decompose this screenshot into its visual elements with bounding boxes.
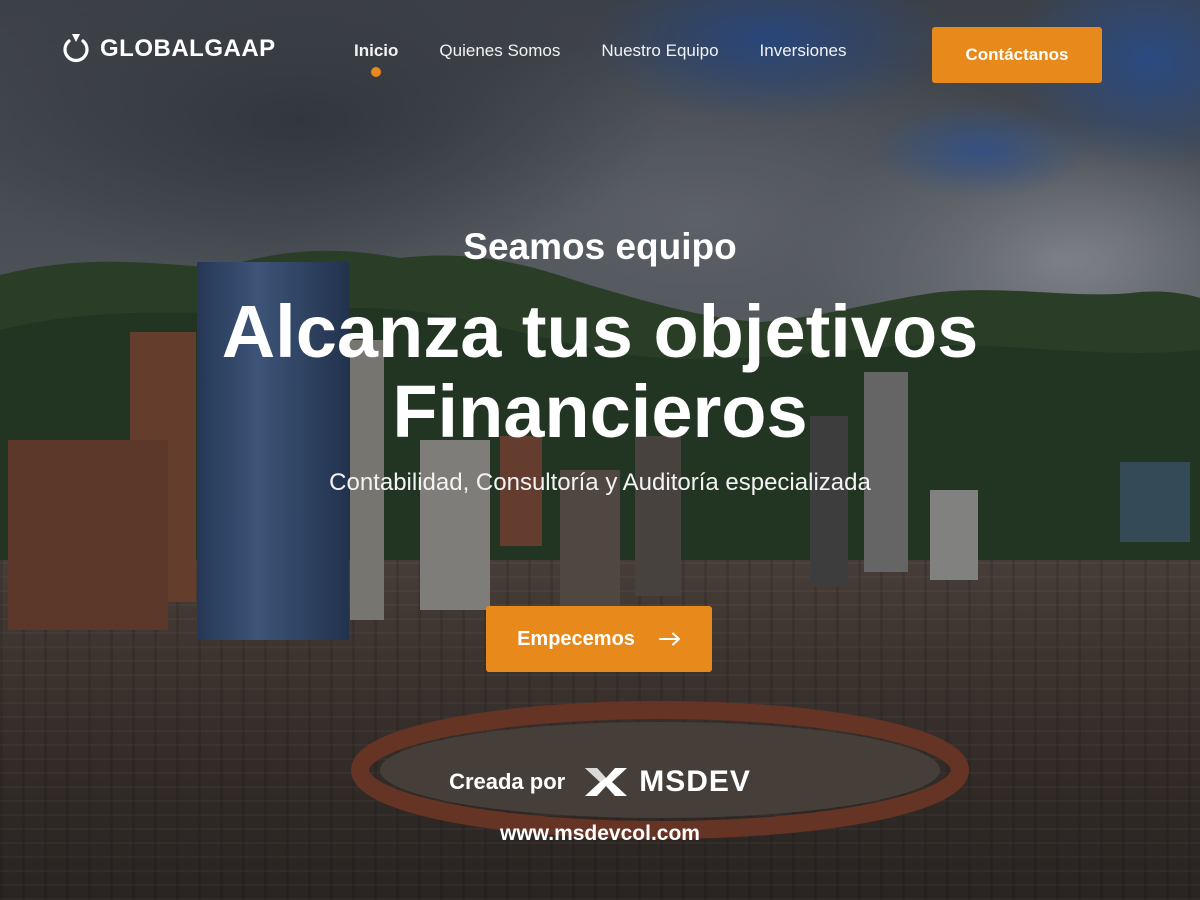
hero-eyebrow: Seamos equipo [463,226,737,267]
arrow-right-icon [658,632,680,646]
nav-item-label: Inicio [354,41,399,60]
creator-credit: Creada por MSDEV [0,764,1200,800]
hero-headline: Alcanza tus objetivos Financieros [0,292,1200,452]
nav-item-nuestro-equipo[interactable]: Nuestro Equipo [601,41,718,61]
brand-logo[interactable]: GLOBALGAAP [60,32,276,66]
start-button-label: Empecemos [517,627,635,650]
msdev-name: MSDEV [639,765,751,798]
headline-line-2: Financieros [392,370,808,453]
credit-label: Creada por [449,769,566,794]
start-button[interactable]: Empecemos [486,606,712,672]
nav-item-inversiones[interactable]: Inversiones [760,41,847,61]
power-ring-icon [63,34,89,63]
main-navigation: Inicio Quienes Somos Nuestro Equipo Inve… [354,41,847,77]
nav-item-label: Inversiones [759,41,847,60]
hero-subtitle: Contabilidad, Consultoría y Auditoría es… [329,469,871,496]
nav-item-quienes-somos[interactable]: Quienes Somos [439,41,560,61]
headline-line-1: Alcanza tus objetivos [221,290,979,373]
credit-url-link[interactable]: www.msdevcol.com [0,822,1200,846]
msdev-logo[interactable]: MSDEV [583,764,751,800]
nav-item-inicio[interactable]: Inicio [354,41,399,77]
msdev-logo-icon [585,768,628,796]
active-indicator-dot [371,67,382,77]
contact-button[interactable]: Contáctanos [932,27,1102,83]
site-header: GLOBALGAAP Inicio Quienes Somos Nuestro … [0,0,1200,110]
nav-item-label: Nuestro Equipo [601,41,719,60]
brand-name: GLOBALGAAP [100,35,276,62]
nav-item-label: Quienes Somos [439,41,561,60]
